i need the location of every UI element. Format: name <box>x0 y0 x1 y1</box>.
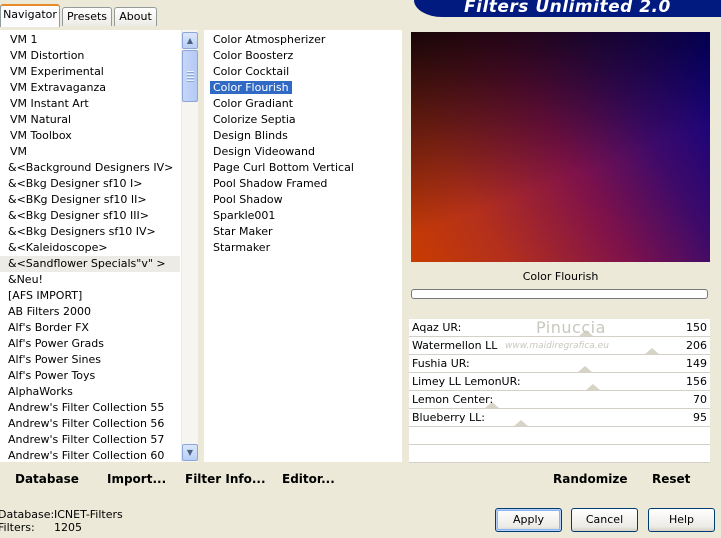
category-item[interactable]: Andrew's Filter Collection 55 <box>0 400 180 416</box>
param-value: 206 <box>686 339 707 352</box>
category-item[interactable]: VM Distortion <box>0 48 180 64</box>
category-item[interactable]: VM Experimental <box>0 64 180 80</box>
category-item[interactable]: &<Sandflower Specials"v" > <box>0 256 180 272</box>
filter-item[interactable]: Color Gradiant <box>213 96 398 112</box>
watermark-url: www.maidiregrafica.eu <box>505 341 609 351</box>
category-item[interactable]: &<Background Designers IV> <box>0 160 180 176</box>
param-slider[interactable]: Fushia UR: 149 <box>409 355 710 373</box>
filter-info-button[interactable]: Filter Info... <box>185 472 266 486</box>
category-item[interactable]: AB Filters 2000 <box>0 304 180 320</box>
selected-filter-label: Color Flourish <box>210 81 292 94</box>
param-label: Watermellon LL <box>412 339 498 352</box>
category-item[interactable]: Andrew's Filter Collection 60 <box>0 448 180 462</box>
category-item[interactable]: Andrew's Filter Collection 57 <box>0 432 180 448</box>
param-value: 95 <box>693 411 707 424</box>
category-item[interactable]: VM Extravaganza <box>0 80 180 96</box>
category-item[interactable]: Alf's Border FX <box>0 320 180 336</box>
category-item[interactable]: VM Instant Art <box>0 96 180 112</box>
filter-item[interactable]: Color Flourish <box>210 80 398 96</box>
filter-item[interactable]: Pool Shadow Framed <box>213 176 398 192</box>
category-item[interactable]: VM Natural <box>0 112 180 128</box>
param-label: Lemon Center: <box>412 393 494 406</box>
window-title: Filters Unlimited 2.0 <box>464 0 671 17</box>
filter-item[interactable]: Color Cocktail <box>213 64 398 80</box>
watermark-name: Pinuccia <box>536 318 606 337</box>
param-slider[interactable]: Blueberry LL: 95 <box>409 409 710 427</box>
filter-item[interactable]: Pool Shadow <box>213 192 398 208</box>
category-scrollbar[interactable]: ▲ ▼ <box>181 30 198 462</box>
filter-item[interactable]: Starmaker <box>213 240 398 256</box>
preview-filter-name: Color Flourish <box>522 270 599 283</box>
status-database-value: ICNET-Filters <box>54 508 123 521</box>
filter-item[interactable]: Star Maker <box>213 224 398 240</box>
tab-presets[interactable]: Presets <box>62 7 112 26</box>
category-item[interactable]: Alf's Power Sines <box>0 352 180 368</box>
category-item[interactable]: [AFS IMPORT] <box>0 288 180 304</box>
progress-bar <box>411 289 708 299</box>
editor-button[interactable]: Editor... <box>282 472 335 486</box>
category-item[interactable]: AlphaWorks <box>0 384 180 400</box>
category-item[interactable]: Alf's Power Toys <box>0 368 180 384</box>
filter-list: Color Atmospherizer Color Boosterz Color C… <box>204 30 402 462</box>
category-item[interactable]: &<BKg Designer sf10 II> <box>0 192 180 208</box>
scroll-up-icon[interactable]: ▲ <box>182 32 198 49</box>
param-slider[interactable]: Limey LL LemonUR: 156 <box>409 373 710 391</box>
category-list: VM 1 VM Distortion VM Experimental VM Extra… <box>0 30 198 462</box>
param-label: Fushia UR: <box>412 357 470 370</box>
param-slider[interactable]: Lemon Center: 70 <box>409 391 710 409</box>
param-label: Aqaz UR: <box>412 321 462 334</box>
filter-item[interactable]: Color Atmospherizer <box>213 32 398 48</box>
category-item[interactable]: Alf's Power Grads <box>0 336 180 352</box>
param-value: 156 <box>686 375 707 388</box>
category-item[interactable]: Andrew's Filter Collection 56 <box>0 416 180 432</box>
filter-item[interactable]: Page Curl Bottom Vertical <box>213 160 398 176</box>
filter-item[interactable]: Color Boosterz <box>213 48 398 64</box>
status-database-label: Database: <box>0 508 55 521</box>
param-value: 149 <box>686 357 707 370</box>
category-item[interactable]: &<Bkg Designer sf10 I> <box>0 176 180 192</box>
reset-button[interactable]: Reset <box>652 472 690 486</box>
category-item[interactable]: VM <box>0 144 180 160</box>
randomize-button[interactable]: Randomize <box>553 472 627 486</box>
cancel-button[interactable]: Cancel <box>571 508 638 532</box>
scroll-down-icon[interactable]: ▼ <box>182 444 198 461</box>
category-item[interactable]: &<Bkg Designers sf10 IV> <box>0 224 180 240</box>
database-button[interactable]: Database <box>15 472 79 486</box>
param-label: Blueberry LL: <box>412 411 485 424</box>
param-value: 150 <box>686 321 707 334</box>
status-filters-label: Filters: <box>0 521 35 534</box>
filter-item[interactable]: Design Videowand <box>213 144 398 160</box>
param-empty-row <box>409 445 710 463</box>
category-item[interactable]: &<Bkg Designer sf10 III> <box>0 208 180 224</box>
apply-button[interactable]: Apply <box>495 508 562 532</box>
tab-about[interactable]: About <box>114 7 157 26</box>
tab-navigator[interactable]: Navigator <box>0 4 60 27</box>
import-button[interactable]: Import... <box>107 472 166 486</box>
param-value: 70 <box>693 393 707 406</box>
scroll-thumb[interactable] <box>182 50 198 102</box>
filter-item[interactable]: Design Blinds <box>213 128 398 144</box>
param-empty-row <box>409 427 710 445</box>
help-button[interactable]: Help <box>648 508 715 532</box>
filter-item[interactable]: Colorize Septia <box>213 112 398 128</box>
param-label: Limey LL LemonUR: <box>412 375 521 388</box>
preview-image <box>411 32 710 262</box>
filter-item[interactable]: Sparkle001 <box>213 208 398 224</box>
category-item[interactable]: &Neu! <box>0 272 180 288</box>
status-filters-value: 1205 <box>54 521 82 534</box>
category-item[interactable]: VM 1 <box>0 32 180 48</box>
category-item[interactable]: VM Toolbox <box>0 128 180 144</box>
category-item[interactable]: &<Kaleidoscope> <box>0 240 180 256</box>
